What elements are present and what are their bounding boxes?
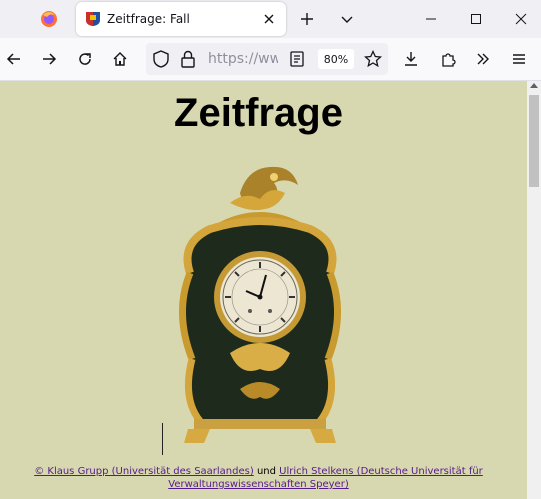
shield-icon[interactable] [152,50,170,68]
page-content: Zeitfrage © Klaus Grupp (Universität des… [0,81,527,499]
site-favicon [85,11,101,27]
maximize-icon[interactable] [465,8,487,30]
back-icon[interactable] [2,47,26,71]
firefox-view-tab[interactable] [28,7,70,31]
overflow-icon[interactable] [471,47,495,71]
minimize-icon[interactable] [420,8,442,30]
reload-icon[interactable] [73,47,97,71]
list-all-tabs-icon[interactable] [336,8,358,30]
forward-icon[interactable] [37,47,61,71]
vertical-scrollbar[interactable] [527,81,541,499]
firefox-icon [40,10,58,28]
tab-active[interactable]: Zeitfrage: Fall [76,2,286,36]
mantel-clock-image [170,163,350,445]
navigation-toolbar: https://www 80% [0,38,541,81]
url-bar[interactable]: https://www 80% [146,43,388,75]
lock-icon[interactable] [180,50,196,68]
extensions-icon[interactable] [436,47,460,71]
home-icon[interactable] [108,47,132,71]
bookmark-star-icon[interactable] [364,50,382,68]
downloads-icon[interactable] [399,47,423,71]
page-title: Zeitfrage [174,91,343,135]
scroll-up-arrow-icon[interactable] [530,83,538,88]
tab-title: Zeitfrage: Fall [107,12,190,26]
window-close-icon[interactable] [510,8,532,30]
new-tab-icon[interactable] [296,8,318,30]
footer-connector: und [253,466,280,477]
scroll-thumb[interactable] [529,95,539,187]
url-text[interactable]: https://www [208,51,278,67]
zoom-indicator[interactable]: 80% [318,49,354,69]
page-footer: © Klaus Grupp (Universität des Saarlande… [10,465,507,491]
menu-icon[interactable] [507,47,531,71]
tab-strip: Zeitfrage: Fall [0,0,541,38]
reader-view-icon[interactable] [290,51,304,67]
text-cursor [162,423,163,455]
author1-link[interactable]: © Klaus Grupp (Universität des Saarlande… [34,466,254,477]
close-icon[interactable] [260,10,278,28]
